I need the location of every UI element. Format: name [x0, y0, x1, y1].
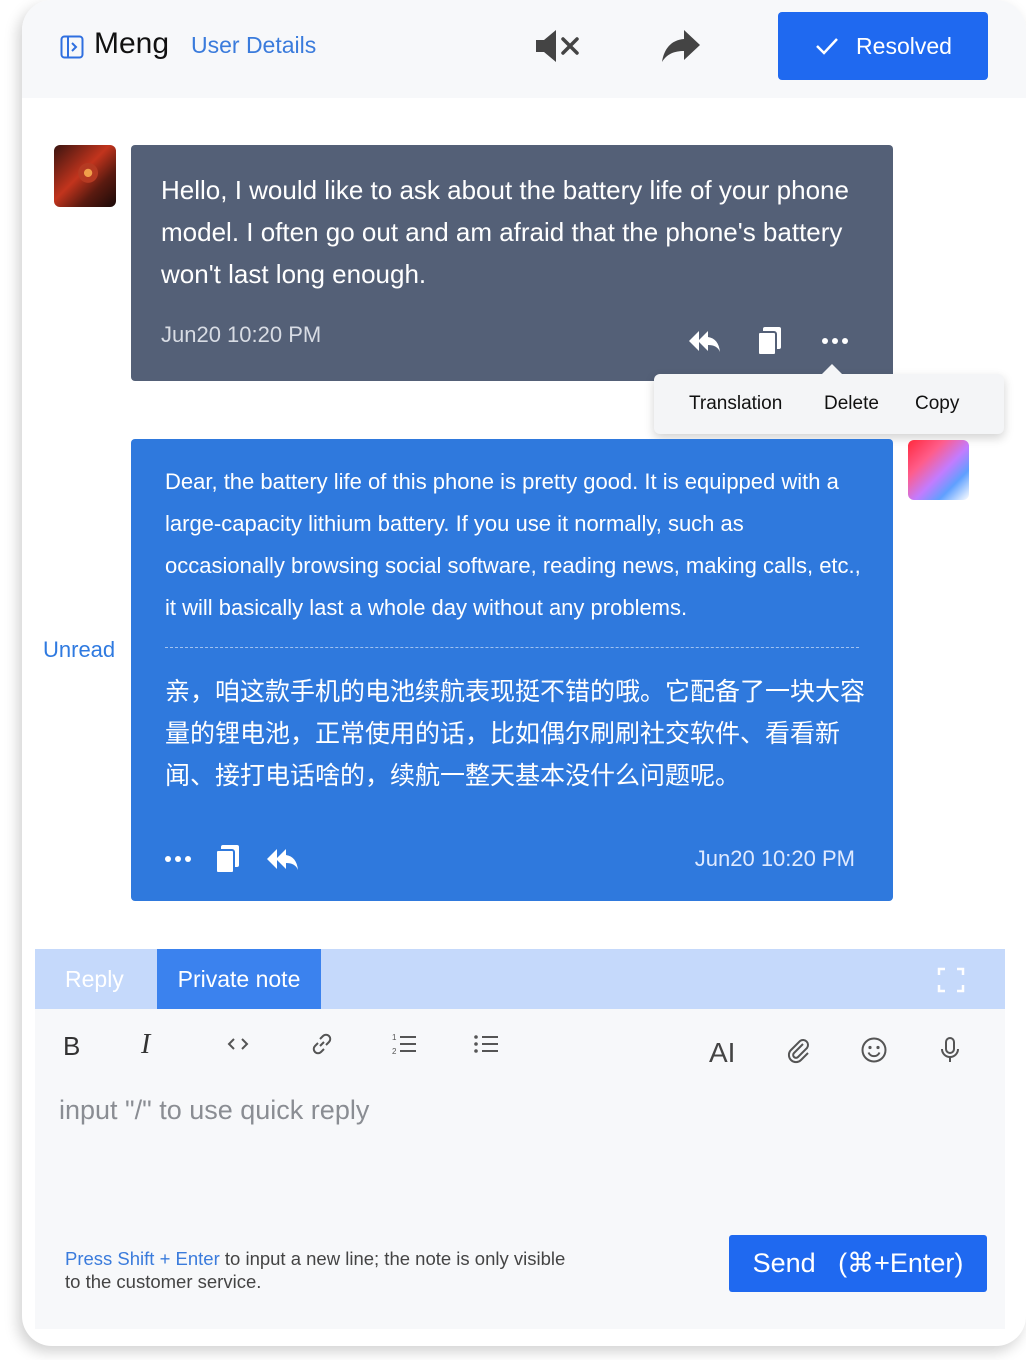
unread-status: Unread [43, 637, 116, 662]
tab-private-note[interactable]: Private note [157, 949, 321, 1009]
agent-message: Dear, the battery life of this phone is … [131, 439, 893, 901]
customer-avatar [54, 145, 116, 207]
menu-item-translation[interactable]: Translation [689, 393, 782, 415]
copy-icon[interactable] [753, 325, 787, 357]
ordered-list-icon: 1 2 [392, 1033, 416, 1056]
link-button[interactable] [307, 1029, 337, 1063]
chat-header: Meng User Details Resolved [22, 0, 1026, 98]
chat-panel: Meng User Details Resolved Hello, I woul… [22, 0, 1026, 1346]
attach-button[interactable] [783, 1035, 813, 1069]
svg-text:2: 2 [392, 1047, 397, 1056]
more-icon[interactable] [161, 843, 195, 875]
customer-message: Hello, I would like to ask about the bat… [131, 145, 893, 381]
shortcut-hint: Press Shift + Enter [65, 1248, 220, 1269]
translation-divider [165, 647, 859, 648]
bullet-list-button[interactable] [471, 1029, 501, 1063]
message-translation: 亲，咱这款手机的电池续航表现挺不错的哦。它配备了一块大容量的锂电池，正常使用的话… [165, 677, 866, 790]
smiley-icon [861, 1037, 887, 1063]
reply-all-icon[interactable] [265, 843, 299, 875]
message-time: Jun20 10:20 PM [694, 846, 855, 871]
code-icon [227, 1038, 249, 1050]
mute-icon[interactable] [534, 28, 582, 64]
more-icon[interactable] [818, 325, 852, 357]
reply-all-icon[interactable] [687, 325, 721, 357]
message-text: Hello, I would like to ask about the bat… [161, 175, 849, 289]
forward-icon[interactable] [660, 28, 702, 64]
check-icon [816, 38, 838, 55]
fullscreen-icon[interactable] [937, 967, 965, 993]
ordered-list-button[interactable]: 1 2 [389, 1029, 419, 1063]
message-context-menu: Translation Delete Copy [654, 364, 1004, 434]
menu-item-copy[interactable]: Copy [915, 393, 959, 415]
svg-text:1: 1 [392, 1033, 397, 1042]
bold-button[interactable]: B [63, 1031, 80, 1065]
user-name: Meng [94, 27, 170, 60]
message-time: Jun20 10:20 PM [161, 322, 322, 347]
composer-hint: Press Shift + Enter to input a new line;… [65, 1247, 585, 1293]
send-button[interactable]: Send (⌘+Enter) [729, 1235, 987, 1292]
context-menu-arrow [822, 364, 842, 374]
microphone-icon [941, 1037, 959, 1062]
composer: Reply Private note B I 1 2 AI input "/" … [35, 949, 1005, 1329]
user-details-link[interactable]: User Details [191, 32, 316, 59]
italic-button[interactable]: I [141, 1029, 150, 1063]
bullet-list-icon [474, 1035, 498, 1053]
ai-button[interactable]: AI [709, 1037, 735, 1071]
composer-input[interactable]: input "/" to use quick reply [59, 1095, 369, 1126]
paperclip-icon [787, 1039, 809, 1064]
message-text: Dear, the battery life of this phone is … [165, 469, 861, 620]
sidebar-toggle-icon[interactable] [60, 35, 84, 59]
composer-tabs: Reply Private note [35, 949, 1005, 1009]
emoji-button[interactable] [859, 1035, 889, 1069]
copy-icon[interactable] [211, 843, 245, 875]
resolved-button[interactable]: Resolved [778, 12, 988, 80]
code-button[interactable] [223, 1029, 253, 1063]
menu-item-delete[interactable]: Delete [824, 393, 879, 415]
link-icon [312, 1033, 332, 1055]
voice-button[interactable] [935, 1035, 965, 1069]
agent-avatar [908, 440, 969, 500]
resolved-button-label: Resolved [856, 32, 952, 59]
tab-reply[interactable]: Reply [65, 966, 124, 993]
